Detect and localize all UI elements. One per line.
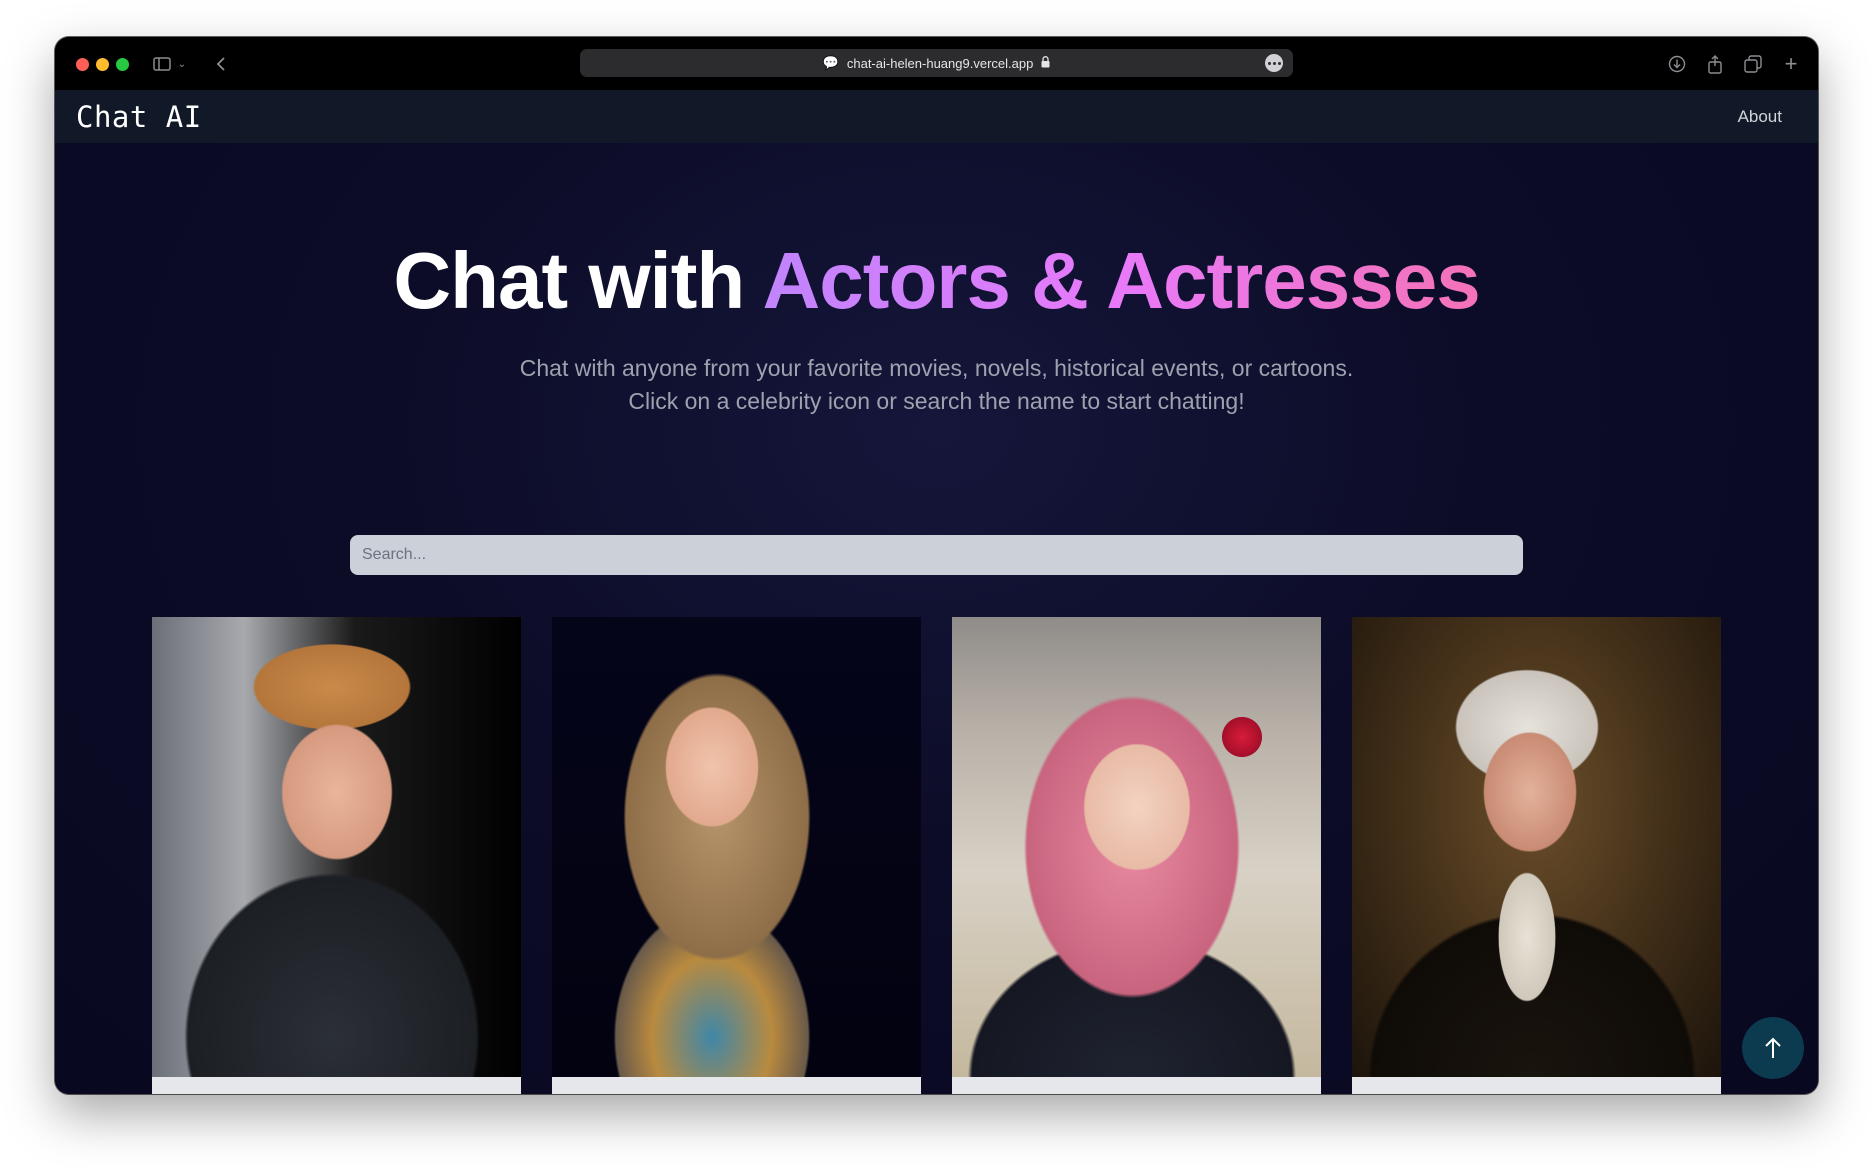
celebrity-photo[interactable]: [1352, 617, 1721, 1077]
zoom-window-button[interactable]: [116, 58, 129, 71]
url-text: chat-ai-helen-huang9.vercel.app: [846, 55, 1034, 71]
celebrity-card[interactable]: [552, 617, 921, 1094]
search-input[interactable]: [350, 535, 1523, 575]
arrow-up-icon: [1765, 1037, 1781, 1058]
scroll-to-top-button[interactable]: [1742, 1017, 1804, 1079]
celebrity-photo[interactable]: [552, 617, 921, 1077]
browser-toolbar: ⌄ 💬 chat-ai-helen-huang9.vercel.app +: [55, 37, 1818, 90]
close-window-button[interactable]: [76, 58, 89, 71]
app-navbar: Chat AI About: [55, 90, 1818, 143]
minimize-window-button[interactable]: [96, 58, 109, 71]
new-tab-icon[interactable]: +: [1782, 51, 1800, 77]
more-options-icon[interactable]: [1265, 54, 1283, 72]
hero-title: Chat with Actors & Actresses: [55, 235, 1818, 327]
back-icon[interactable]: [213, 51, 229, 77]
nav-link-about[interactable]: About: [1738, 107, 1782, 127]
celebrity-card[interactable]: [1352, 617, 1721, 1094]
subtitle-line-2: Click on a celebrity icon or search the …: [628, 388, 1245, 414]
celebrity-card[interactable]: [952, 617, 1321, 1094]
celebrity-card[interactable]: [152, 617, 521, 1094]
brand-logo[interactable]: Chat AI: [76, 100, 202, 134]
address-bar[interactable]: 💬 chat-ai-helen-huang9.vercel.app: [580, 49, 1293, 77]
tabs-overview-icon[interactable]: [1743, 51, 1763, 77]
browser-window: ⌄ 💬 chat-ai-helen-huang9.vercel.app + Ch…: [55, 37, 1818, 1094]
hero-subtitle: Chat with anyone from your favorite movi…: [55, 352, 1818, 418]
subtitle-line-1: Chat with anyone from your favorite movi…: [519, 355, 1354, 381]
hero-title-highlight: Actors & Actresses: [762, 236, 1481, 325]
share-icon[interactable]: [1705, 51, 1725, 77]
chat-bubble-icon: 💬: [822, 55, 839, 70]
celebrity-photo[interactable]: [952, 617, 1321, 1077]
lock-icon: [1041, 55, 1050, 71]
main-content: Chat with Actors & Actresses Chat with a…: [55, 143, 1818, 1094]
download-icon[interactable]: [1667, 51, 1687, 77]
celebrity-photo[interactable]: [152, 617, 521, 1077]
hero-title-plain: Chat with: [393, 236, 763, 325]
chevron-down-icon[interactable]: ⌄: [176, 51, 188, 77]
sidebar-toggle-icon[interactable]: [151, 51, 173, 77]
